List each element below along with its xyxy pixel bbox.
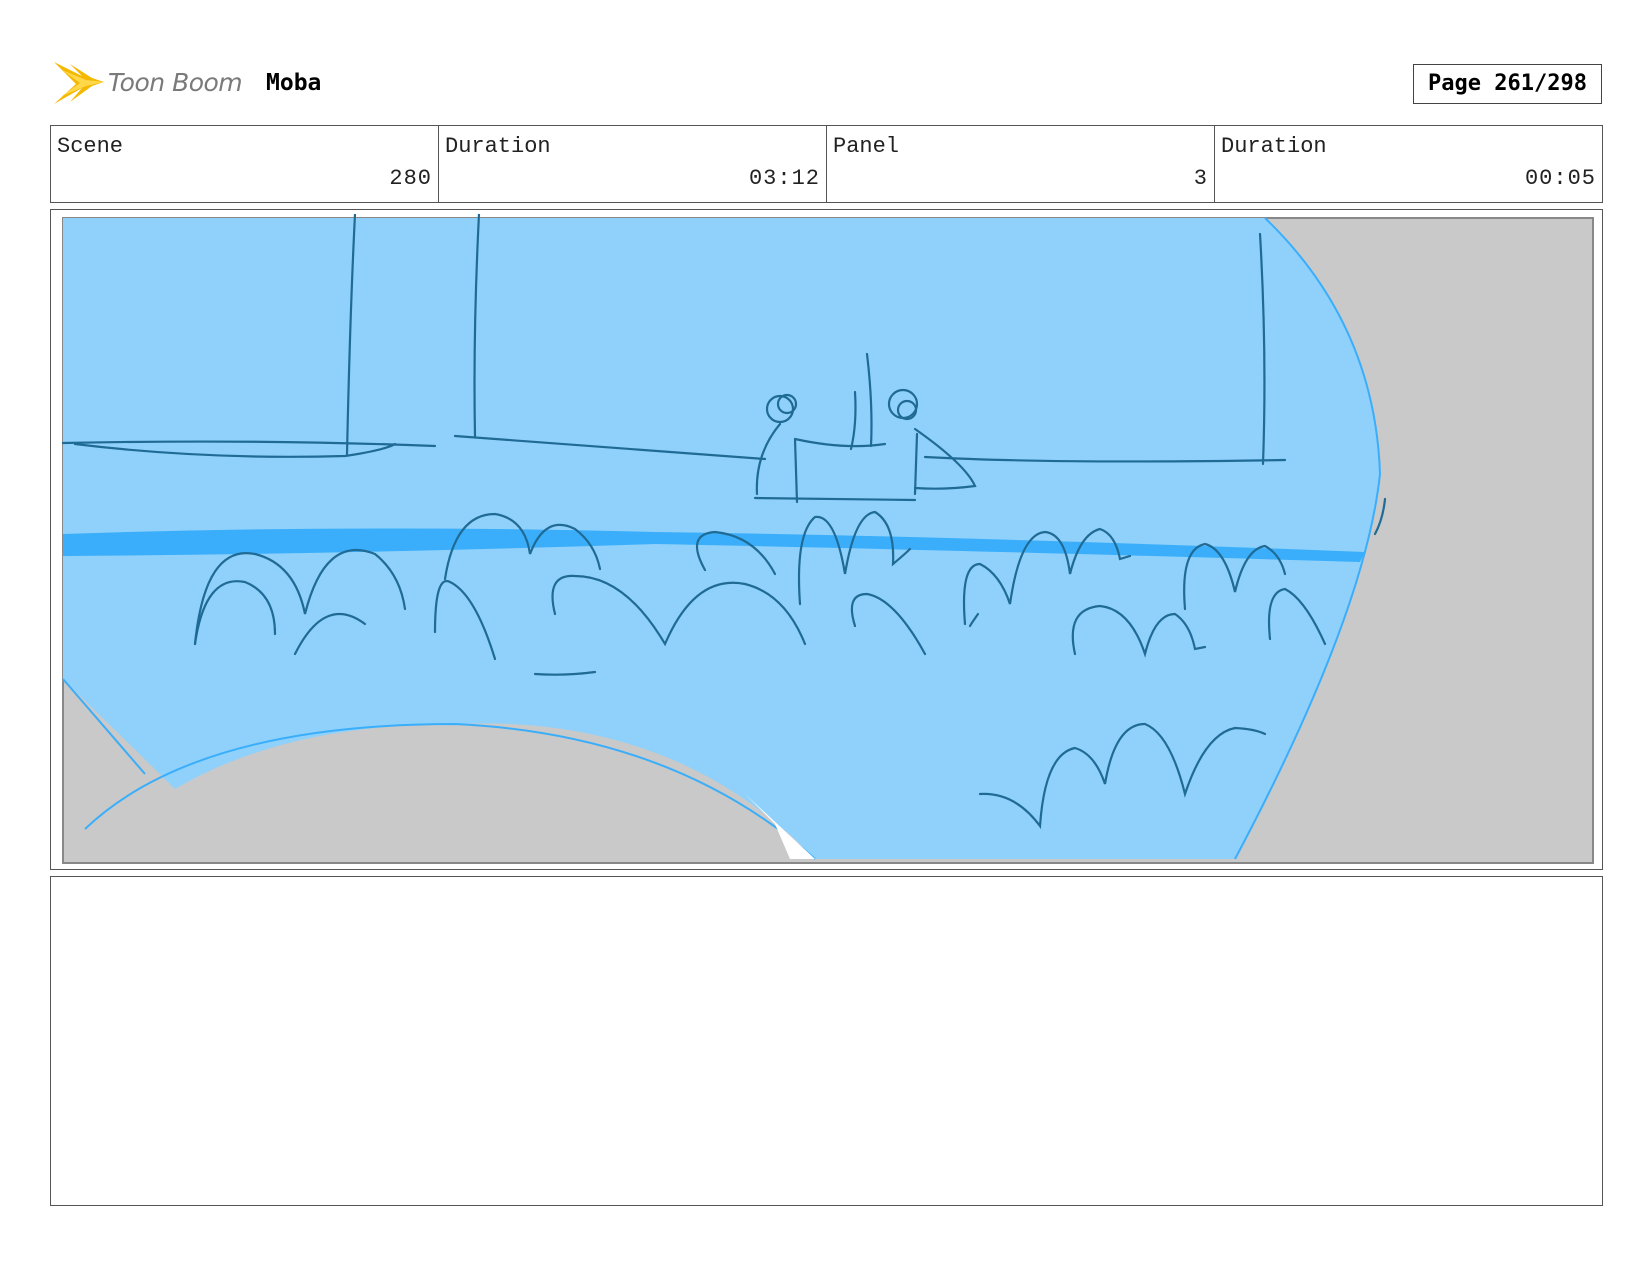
- panel-duration-value: 00:05: [1524, 166, 1596, 191]
- panel-duration-cell: Duration 00:05: [1215, 126, 1602, 202]
- page-number: Page 261/298: [1413, 64, 1602, 104]
- project-title: Moba: [266, 70, 322, 96]
- panel-sketch: [55, 214, 1600, 867]
- logo-text: Toon Boom: [108, 68, 243, 97]
- scene-duration-label: Duration: [445, 134, 551, 159]
- scene-info-table: Scene 280 Duration 03:12 Panel 3 Duratio…: [50, 125, 1603, 203]
- scene-value: 280: [389, 166, 432, 191]
- toon-boom-logo: Toon Boom: [52, 56, 252, 110]
- panel-cell: Panel 3: [827, 126, 1215, 202]
- scene-label: Scene: [57, 134, 124, 159]
- starburst-icon: [54, 62, 104, 104]
- scene-duration-cell: Duration 03:12: [439, 126, 827, 202]
- scene-cell: Scene 280: [51, 126, 439, 202]
- panel-duration-label: Duration: [1221, 134, 1327, 159]
- panel-label: Panel: [833, 134, 900, 159]
- storyboard-panel: [50, 209, 1603, 870]
- scene-duration-value: 03:12: [748, 166, 820, 191]
- panel-value: 3: [1193, 166, 1208, 191]
- panel-notes: [50, 876, 1603, 1206]
